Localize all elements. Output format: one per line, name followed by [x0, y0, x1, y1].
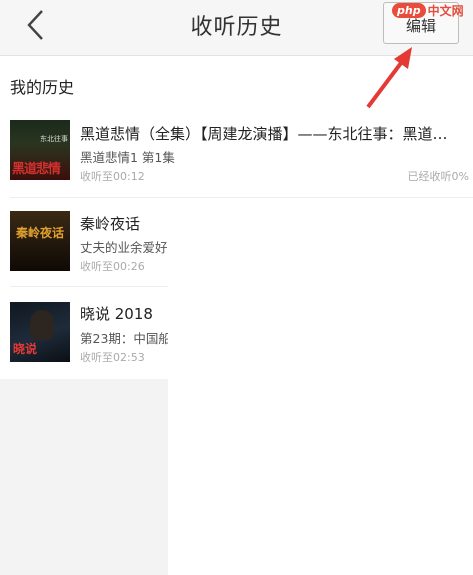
watermark-text: 中文网: [427, 3, 464, 18]
item-subtitle: 黑道悲情1 第1集: [80, 150, 175, 165]
section-title: 我的历史: [10, 78, 75, 97]
blank-area: [0, 379, 168, 575]
cover-portrait-icon: [30, 310, 54, 340]
item-title: 晓说 2018: [80, 305, 153, 323]
item-progress: 收听至00:26: [80, 260, 145, 273]
cover-title: 黑道悲情: [12, 162, 61, 177]
cover-caption: 东北往事: [40, 135, 68, 143]
site-watermark: php 中文网: [392, 0, 464, 20]
annotation-arrow-icon: [366, 47, 412, 109]
item-title: 黑道悲情（全集）【周建龙演播】——东北往事：黑道风云20年: [80, 125, 460, 143]
watermark-badge: php: [392, 2, 426, 18]
album-cover: 晓说: [10, 302, 70, 362]
divider: [10, 197, 473, 198]
item-subtitle: 第23期：中国船: [80, 331, 168, 346]
cover-title: 晓说: [13, 342, 38, 356]
history-item[interactable]: 秦岭夜话 秦岭夜话 丈夫的业余爱好 收听至00:26: [0, 200, 168, 288]
cover-title: 秦岭夜话: [16, 226, 65, 240]
history-item[interactable]: 东北往事 黑道悲情 黑道悲情（全集）【周建龙演播】——东北往事：黑道风云20年 …: [0, 110, 473, 198]
history-item[interactable]: 晓说 晓说 2018 第23期：中国船 收听至02:53: [0, 290, 168, 378]
item-progress: 收听至00:12: [80, 170, 145, 183]
item-percent: 已经收听0%: [407, 170, 469, 183]
divider: [10, 286, 168, 287]
item-progress: 收听至02:53: [80, 351, 145, 364]
album-cover: 秦岭夜话: [10, 211, 70, 271]
item-title: 秦岭夜话: [80, 215, 141, 233]
item-subtitle: 丈夫的业余爱好: [80, 240, 168, 255]
album-cover: 东北往事 黑道悲情: [10, 120, 70, 180]
